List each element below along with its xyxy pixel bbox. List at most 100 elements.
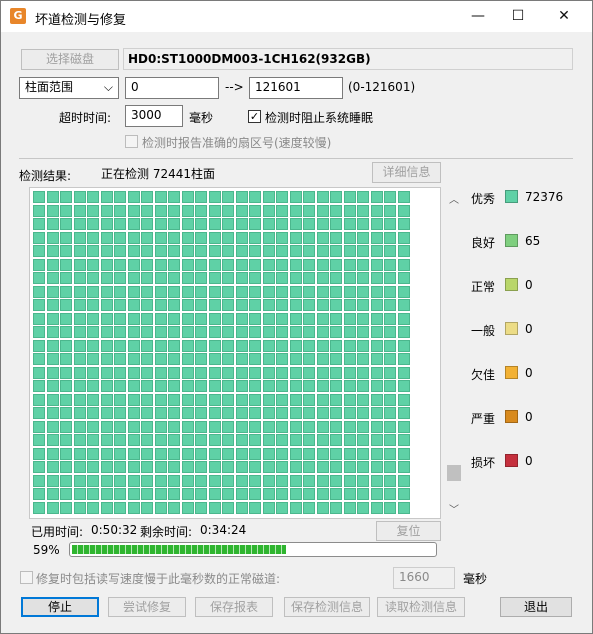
sector-cell <box>316 393 329 406</box>
save-report-button[interactable]: 保存报表 <box>195 597 273 617</box>
sector-cell <box>141 272 153 284</box>
sector-cell <box>195 461 207 473</box>
sector-cell <box>316 434 329 446</box>
sector-cell <box>357 461 369 473</box>
range-from-input[interactable]: 0 <box>125 77 219 99</box>
sector-cell <box>397 474 410 487</box>
sector-cell <box>33 258 45 271</box>
sector-cell <box>249 272 261 284</box>
sector-cell <box>195 204 207 217</box>
sector-cell <box>60 231 72 244</box>
sector-cell <box>262 339 275 352</box>
prevent-sleep-checkbox[interactable]: ✓ <box>248 110 261 123</box>
sector-cell <box>330 407 342 419</box>
sector-cell <box>330 434 342 446</box>
sector-cell <box>181 285 194 298</box>
sector-cell <box>397 231 410 244</box>
legend-count: 0 <box>525 454 533 468</box>
sector-cell <box>370 285 383 298</box>
sector-cell <box>60 380 72 392</box>
sector-cell <box>249 204 261 217</box>
save-info-button[interactable]: 保存检测信息 <box>284 597 370 617</box>
scroll-up-icon[interactable]: ︿ <box>446 191 462 206</box>
sector-cell <box>370 312 383 325</box>
sector-cell <box>46 420 59 433</box>
sector-cell <box>208 285 221 298</box>
sector-cell <box>262 299 275 311</box>
sector-cell <box>154 380 167 392</box>
sector-cell <box>276 204 288 217</box>
sector-cell <box>87 272 99 284</box>
sector-cell <box>60 312 72 325</box>
sector-cell <box>235 501 248 514</box>
scroll-thumb[interactable] <box>447 465 461 481</box>
try-repair-button[interactable]: 尝试修复 <box>108 597 186 617</box>
sector-cell <box>235 420 248 433</box>
sector-cell <box>330 501 342 514</box>
sector-cell <box>114 272 126 284</box>
sector-cell <box>114 285 126 298</box>
sector-cell <box>154 393 167 406</box>
sector-cell <box>343 447 356 460</box>
sector-cell <box>370 339 383 352</box>
sector-cell <box>195 407 207 419</box>
sector-cell <box>222 245 234 257</box>
sector-cell <box>33 353 45 365</box>
sector-cell <box>222 501 234 514</box>
sector-cell <box>222 312 234 325</box>
scroll-down-icon[interactable]: ﹀ <box>446 501 462 516</box>
reset-button[interactable]: 复位 <box>376 521 441 541</box>
maximize-button[interactable]: ☐ <box>495 1 541 32</box>
sector-cell <box>289 501 302 514</box>
sector-cell <box>208 245 221 257</box>
sector-cell <box>316 231 329 244</box>
sector-cell <box>154 447 167 460</box>
sector-cell <box>46 326 59 338</box>
sector-cell <box>357 488 369 500</box>
sector-cell <box>357 407 369 419</box>
repair-slow-input[interactable]: 1660 <box>393 567 455 589</box>
sector-cell <box>60 218 72 230</box>
remaining-label: 剩余时间: <box>140 525 193 539</box>
legend-name: 一般 <box>471 324 496 338</box>
exit-button[interactable]: 退出 <box>500 597 572 617</box>
sector-cell <box>276 231 288 244</box>
sector-cell <box>73 312 86 325</box>
sector-cell <box>87 447 99 460</box>
title-bar[interactable]: G 坏道检测与修复 — ☐ ✕ <box>1 1 592 32</box>
sector-cell <box>181 245 194 257</box>
repair-slow-checkbox[interactable] <box>20 571 33 584</box>
window-title: 坏道检测与修复 <box>35 13 127 28</box>
sector-cell <box>60 353 72 365</box>
sector-cell <box>222 299 234 311</box>
stop-button[interactable]: 停止 <box>21 597 99 617</box>
sector-cell <box>222 204 234 217</box>
timeout-input[interactable]: 3000 <box>125 105 183 127</box>
range-mode-select[interactable]: 柱面范围 ⌵ <box>19 77 119 99</box>
select-disk-button[interactable]: 选择磁盘 <box>21 49 119 70</box>
sector-cell <box>73 272 86 284</box>
load-info-button[interactable]: 读取检测信息 <box>377 597 465 617</box>
sector-cell <box>343 245 356 257</box>
sector-cell <box>181 353 194 365</box>
close-button[interactable]: ✕ <box>541 1 587 32</box>
sector-cell <box>181 420 194 433</box>
detail-button[interactable]: 详细信息 <box>372 162 441 183</box>
sector-cell <box>73 326 86 338</box>
sector-cell <box>343 312 356 325</box>
sector-cell <box>87 326 99 338</box>
sector-cell <box>276 474 288 487</box>
sector-cell <box>141 299 153 311</box>
legend-swatch <box>505 366 518 379</box>
sector-cell <box>46 339 59 352</box>
sector-cell <box>141 461 153 473</box>
sector-cell <box>397 380 410 392</box>
range-to-input[interactable]: 121601 <box>249 77 343 99</box>
sector-cell <box>195 488 207 500</box>
legend-count: 0 <box>525 366 533 380</box>
sector-cell <box>87 420 99 433</box>
sector-map-scrollbar[interactable]: ︿ ﹀ <box>446 187 462 519</box>
report-sector-checkbox[interactable] <box>125 135 138 148</box>
legend-swatch <box>505 234 518 247</box>
sector-cell <box>343 393 356 406</box>
